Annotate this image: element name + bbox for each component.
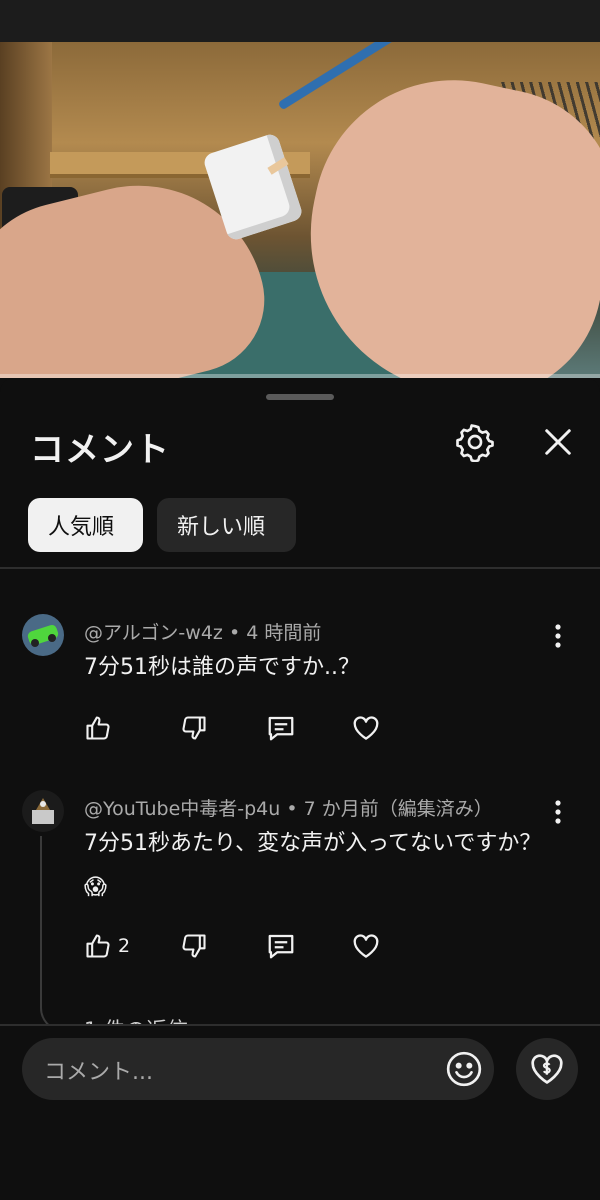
heart-icon: [353, 934, 379, 958]
comment-author[interactable]: @YouTube中毒者-p4u: [84, 798, 280, 820]
comment-text: 7分51秒あたり、変な声が入ってないですか？😱: [84, 831, 542, 900]
comment-composer: コメント...: [0, 1026, 600, 1200]
thumbs-down-icon: [182, 934, 206, 958]
reply-button[interactable]: [266, 708, 296, 748]
avatar-image: [22, 614, 64, 656]
meta-separator: •: [286, 798, 304, 820]
thumbs-up-icon: [86, 716, 110, 740]
comment-text: 7分51秒は誰の声ですか..？: [84, 655, 360, 680]
super-thanks-button[interactable]: [516, 1038, 578, 1100]
dislike-button[interactable]: [180, 708, 208, 748]
thumbs-down-icon: [182, 716, 206, 740]
meta-separator: •: [228, 622, 247, 644]
reply-thread-curve: [40, 1000, 82, 1024]
heart-icon: [353, 716, 379, 740]
dislike-button[interactable]: [180, 926, 208, 966]
avatar[interactable]: [22, 790, 64, 832]
comment-meta: @アルゴン-w4z • 4 時間前: [84, 618, 321, 645]
avatar[interactable]: [22, 614, 64, 656]
emoji-icon: [446, 1051, 482, 1087]
comments-list[interactable]: @アルゴン-w4z • 4 時間前 7分51秒は誰の声ですか..？ @YouTu…: [0, 378, 600, 1024]
reply-thread-line: [40, 836, 42, 1006]
heart-button[interactable]: [351, 926, 381, 966]
kebab-icon: [555, 624, 561, 648]
like-button[interactable]: 2: [84, 926, 130, 966]
comment-input-placeholder: コメント...: [44, 1060, 153, 1085]
comments-sheet: コメント 人気順 新しい順 @アルゴン-w4z • 4 時間前 7分51秒は誰の…: [0, 378, 600, 1200]
super-thanks-icon: [531, 1054, 563, 1084]
comment-meta: @YouTube中毒者-p4u • 7 か月前（編集済み）: [84, 794, 493, 821]
comment-author[interactable]: @アルゴン-w4z: [84, 622, 223, 644]
reply-icon: [268, 716, 294, 741]
status-bar: [0, 0, 600, 42]
reply-icon: [268, 934, 294, 959]
avatar-image: [22, 790, 64, 832]
like-button[interactable]: [84, 708, 118, 748]
like-count: 2: [118, 935, 131, 957]
reply-button[interactable]: [266, 926, 296, 966]
comment-time: 7 か月前（編集済み）: [303, 798, 493, 820]
comment-input[interactable]: コメント...: [22, 1038, 494, 1100]
thumbs-up-icon: [86, 934, 110, 958]
heart-button[interactable]: [351, 708, 381, 748]
kebab-icon: [555, 800, 561, 824]
comment-time: 4 時間前: [246, 622, 322, 644]
view-replies-button[interactable]: 1 件の返信 ›: [84, 1014, 203, 1024]
video-player[interactable]: [0, 42, 600, 378]
emoji-button[interactable]: [440, 1045, 488, 1093]
